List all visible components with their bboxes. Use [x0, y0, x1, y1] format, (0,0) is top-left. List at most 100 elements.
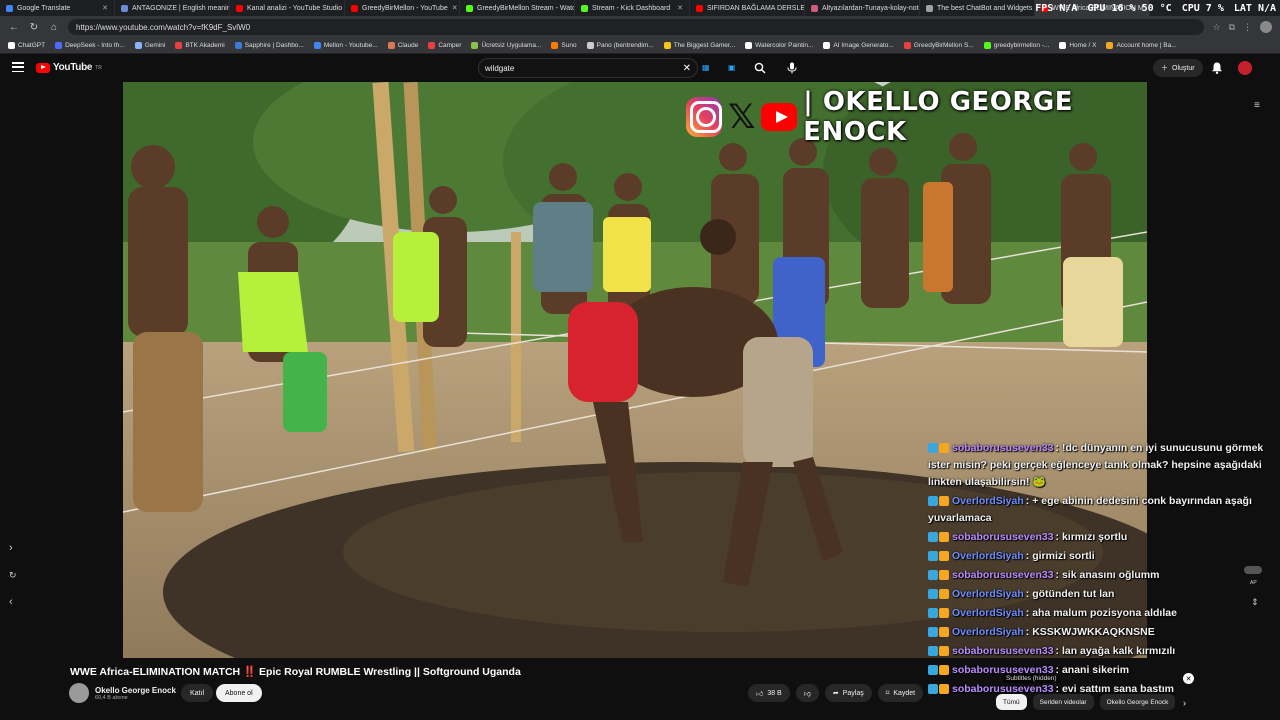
refresh-icon[interactable]: ↻ — [9, 570, 17, 581]
translate-extension-icon[interactable]: ▣ — [728, 63, 736, 72]
chat-message: OverlordSiyah: götünden tut lan — [928, 586, 1264, 603]
bookmark-item[interactable]: DeepSeek - Into th... — [55, 42, 125, 49]
bookmark-favicon-icon — [1059, 42, 1067, 49]
close-tab-icon[interactable]: ✕ — [102, 4, 108, 12]
search-input[interactable]: wildgate — [485, 64, 683, 73]
search-box[interactable]: wildgate ✕ — [478, 58, 698, 78]
bookmark-item[interactable]: Claude — [387, 42, 418, 49]
tab-favicon-icon — [6, 4, 13, 12]
chat-message: OverlordSiyah: aha malum pozisyona aldıl… — [928, 605, 1264, 622]
home-icon[interactable]: ⌂ — [48, 21, 60, 33]
join-button[interactable]: Katıl — [181, 684, 214, 702]
chevron-right-icon[interactable]: › — [9, 542, 13, 554]
platform-badge-icon — [928, 570, 938, 580]
notifications-bell-icon[interactable] — [1210, 61, 1224, 75]
bookmark-item[interactable]: Gemini — [134, 42, 165, 49]
close-tab-icon[interactable]: ✕ — [452, 4, 458, 12]
bookmark-item[interactable]: Sapphire | Dashbo... — [234, 42, 304, 49]
save-button[interactable]: ⌑ Kaydet — [877, 684, 924, 702]
lat-readout: LAT N/A — [1233, 2, 1276, 14]
bookmark-item[interactable]: Camper — [428, 42, 461, 49]
channel-name[interactable]: Okello George Enock — [95, 686, 176, 695]
bookmark-item[interactable]: AI Image Generato... — [823, 42, 894, 49]
extensions-icon[interactable]: ⧉ — [1229, 22, 1235, 33]
bookmark-item[interactable]: greedybirmellon -... — [983, 42, 1050, 49]
url-field[interactable]: https://www.youtube.com/watch?v=fK9dF_Sv… — [68, 19, 1205, 35]
bookmark-item[interactable]: Mellon - Youtube... — [313, 42, 378, 49]
browser-tab[interactable]: ANTAGONIZE | English meaning✕ — [115, 0, 230, 16]
bookmark-item[interactable]: Home / X — [1059, 42, 1096, 49]
filter-chip[interactable]: Tümü — [996, 694, 1027, 710]
youtube-logo[interactable]: YouTube TR — [36, 62, 102, 73]
related-filter-chips: Tümü Seriden videolar Okello George Enock — [996, 694, 1176, 710]
chat-message: OverlordSiyah: KSSKWJWKKAQKNSNE — [928, 624, 1264, 641]
platform-badge-icon — [928, 589, 938, 599]
bookmark-favicon-icon — [745, 42, 753, 49]
account-avatar[interactable] — [1238, 61, 1252, 75]
close-icon[interactable]: ✕ — [1183, 673, 1194, 684]
tab-favicon-icon — [121, 4, 128, 12]
filter-chip[interactable]: Seriden videolar — [1032, 694, 1094, 710]
performance-overlay: FPS N/A GPU 16 % 50 °C CPU 7 % LAT N/A — [1035, 0, 1276, 16]
filter-chip[interactable]: Okello George Enock — [1099, 694, 1176, 710]
browser-tab[interactable]: GreedyBirMellon - YouTube ✕ — [345, 0, 460, 16]
search-icon — [754, 62, 766, 74]
address-bar: ← ↻ ⌂ https://www.youtube.com/watch?v=fK… — [0, 16, 1280, 38]
search-button[interactable] — [746, 58, 774, 78]
channel-avatar[interactable] — [69, 683, 89, 703]
bookmark-item[interactable]: Watercolor Paintin... — [745, 42, 813, 49]
bookmark-item[interactable]: GreedyBirMellon S... — [903, 42, 974, 49]
menu-dots-icon[interactable]: ⋮ — [1243, 22, 1252, 33]
stream-chat-overlay: sobaborususeven33: !dc dünyanın en iyi s… — [928, 440, 1264, 700]
voice-search-button[interactable] — [782, 58, 802, 78]
channel-watermark: 𝕏 | OKELLO GEORGE ENOCK — [686, 87, 1147, 147]
youtube-icon — [761, 103, 798, 131]
subtitles-hidden-label: Subtitles (hidden) — [1003, 674, 1060, 683]
subscribe-button[interactable]: Abone ol — [216, 684, 262, 702]
bookmark-item[interactable]: The Biggest Gamer... — [663, 42, 735, 49]
platform-badge-icon — [928, 532, 938, 542]
bookmark-favicon-icon — [586, 42, 594, 49]
browser-tab[interactable]: Kanal analizi - YouTube Studio✕ — [230, 0, 345, 16]
tab-label: Kanal analizi - YouTube Studio — [247, 4, 343, 12]
tab-label: Stream - Kick Dashboard — [592, 4, 671, 12]
chat-message: sobaborususeven33: sik anasını oğlumm — [928, 567, 1264, 584]
tab-label: The best ChatBot and Widgets — [937, 4, 1033, 12]
close-tab-icon[interactable]: ✕ — [677, 4, 683, 12]
chevron-right-icon[interactable]: › — [1183, 698, 1186, 708]
menu-icon[interactable] — [12, 62, 24, 72]
tab-label: GreedyBirMellon Stream - Watch — [477, 4, 575, 12]
profile-avatar[interactable] — [1260, 21, 1272, 33]
clear-search-icon[interactable]: ✕ — [683, 63, 691, 74]
bookmark-item[interactable]: BTK Akademi — [175, 42, 225, 49]
chat-text: KSSKWJWKKAQKNSNE — [1032, 626, 1155, 638]
bookmark-item[interactable]: Pano (bentrendim... — [586, 42, 654, 49]
bookmark-label: Suno — [561, 42, 577, 49]
video-actions: 👍︎ 38 B 👎︎ ➦ Paylaş ⌑ Kaydet — [748, 684, 924, 702]
browser-tab[interactable]: Google Translate ✕ — [0, 0, 115, 16]
browser-tab[interactable]: The best ChatBot and Widgets✕ — [920, 0, 1035, 16]
chevron-left-icon[interactable]: ‹ — [9, 596, 13, 608]
like-button[interactable]: 👍︎ 38 B — [748, 684, 790, 702]
bookmark-item[interactable]: Account home | Ba... — [1106, 42, 1177, 49]
bookmark-item[interactable]: Suno — [551, 42, 577, 49]
bookmark-item[interactable]: Ücretsiz Uygulama... — [471, 42, 541, 49]
bookmark-favicon-icon — [428, 42, 436, 49]
bookmark-item[interactable]: ChatGPT — [8, 42, 45, 49]
chat-username: OverlordSiyah — [952, 626, 1024, 638]
chat-badges — [928, 496, 949, 506]
browser-tab[interactable]: GreedyBirMellon Stream - Watch✕ — [460, 0, 575, 16]
reload-icon[interactable]: ↻ — [28, 21, 40, 33]
star-icon[interactable]: ☆ — [1212, 22, 1220, 33]
browser-tab[interactable]: Stream - Kick Dashboard ✕ — [575, 0, 690, 16]
create-button[interactable]: ＋ Oluştur — [1153, 59, 1203, 77]
share-button[interactable]: ➦ Paylaş — [824, 684, 872, 702]
crown-badge-icon — [939, 608, 949, 618]
chat-menu-icon[interactable]: ≡ — [1254, 100, 1260, 111]
browser-tab[interactable]: SIFIRDAN BAĞLAMA DERSLERİ✕ — [690, 0, 805, 16]
keyboard-icon[interactable]: ▦ — [702, 63, 710, 72]
browser-tab[interactable]: Altyazılardan-Tunaya-kolay-nota✕ — [805, 0, 920, 16]
back-icon[interactable]: ← — [8, 21, 20, 33]
bookmark-label: greedybirmellon -... — [993, 42, 1050, 49]
dislike-button[interactable]: 👎︎ — [795, 684, 819, 702]
